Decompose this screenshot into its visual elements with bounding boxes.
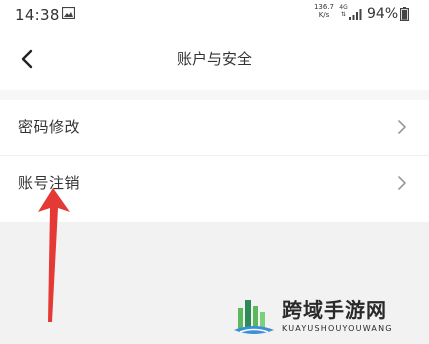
watermark-subtitle: KUAYUSHOUYOUWANG xyxy=(282,324,393,333)
section-divider xyxy=(0,90,429,100)
watermark: 跨域手游网 KUAYUSHOUYOUWANG xyxy=(232,294,424,342)
watermark-title: 跨域手游网 xyxy=(282,298,387,322)
list-item-change-password[interactable]: 密码修改 xyxy=(0,100,429,155)
data-arrows-icon: ⇅ xyxy=(340,11,347,18)
network-type: 4G ⇅ xyxy=(339,4,348,18)
page-title: 账户与安全 xyxy=(176,50,252,68)
annotation-arrow xyxy=(38,188,70,322)
battery-icon xyxy=(400,7,409,21)
network-speed-unit: K/s xyxy=(318,11,330,19)
network-speed: 136.7 K/s xyxy=(313,3,335,19)
signal-icon xyxy=(349,9,362,20)
status-bar: 14:38 136.7 K/s 4G ⇅ 94% xyxy=(0,0,429,30)
list-item-label: 密码修改 xyxy=(18,118,81,136)
account-security-screen: 14:38 136.7 K/s 4G ⇅ 94% 账户与安全 密码修改 账号注销… xyxy=(0,0,429,344)
chevron-right-icon xyxy=(398,120,406,134)
chevron-right-icon xyxy=(398,176,406,190)
network-speed-value: 136.7 xyxy=(313,3,335,11)
header: 账户与安全 xyxy=(0,30,429,90)
image-icon xyxy=(62,7,75,19)
battery-percent: 94% xyxy=(367,6,399,22)
status-time: 14:38 xyxy=(15,6,60,24)
watermark-logo xyxy=(234,300,274,334)
